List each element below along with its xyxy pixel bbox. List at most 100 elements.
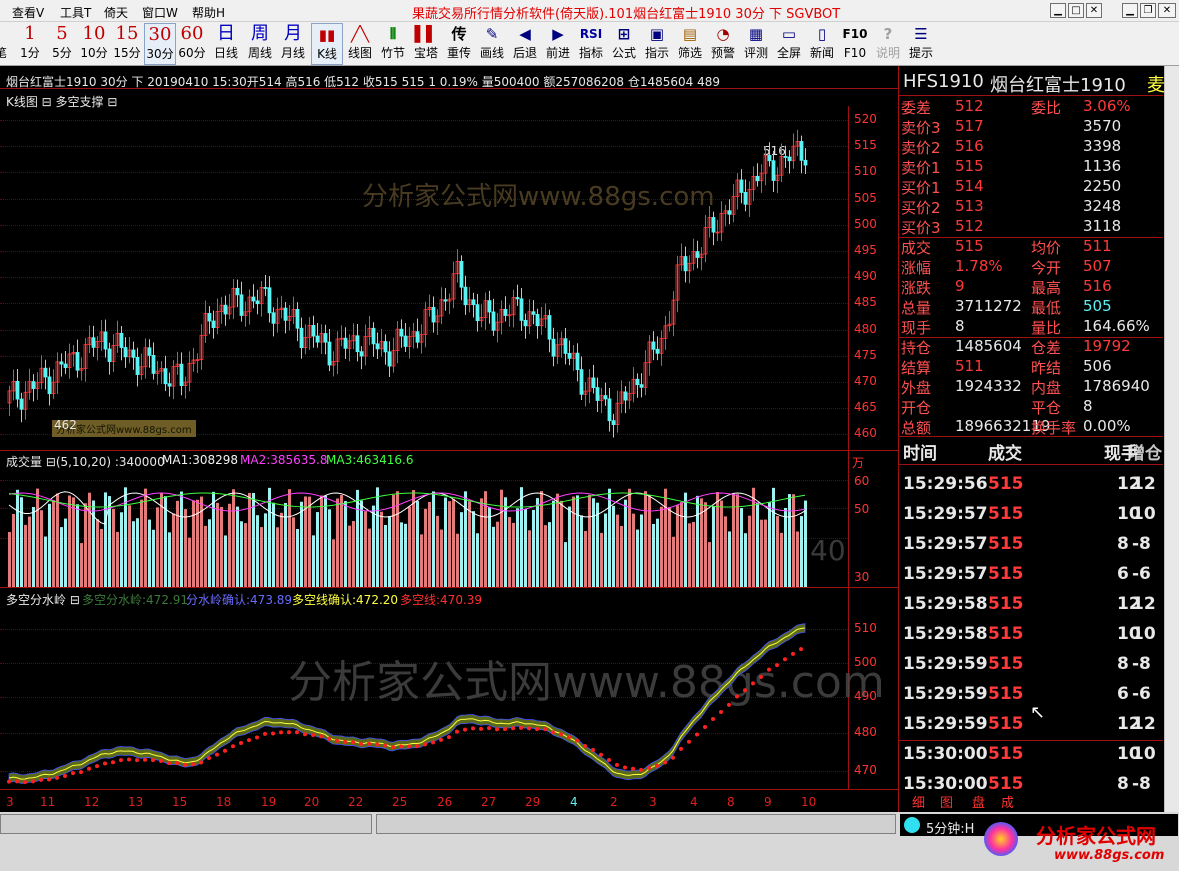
tool-button-16[interactable]: F10 F10 bbox=[839, 23, 871, 65]
tool-button-0[interactable]: ▮▮ K线 bbox=[311, 23, 343, 65]
volume-bar bbox=[728, 531, 731, 587]
tool-button-5[interactable]: ✎ 画线 bbox=[476, 23, 508, 65]
tick-price: 515 bbox=[988, 654, 1024, 674]
period-button-6[interactable]: 日日线 bbox=[210, 23, 242, 65]
toolbar-cut-button[interactable]: 笔 bbox=[0, 23, 8, 65]
signal-icon: ▣ bbox=[649, 25, 665, 43]
tool-button-6[interactable]: ◀ 后退 bbox=[509, 23, 541, 65]
tool-label: 前进 bbox=[545, 46, 570, 60]
tab-trades[interactable]: 成 bbox=[1001, 792, 1014, 811]
tool-button-17[interactable]: ? 说明 bbox=[872, 23, 904, 65]
vertical-scrollbar[interactable] bbox=[1164, 66, 1179, 812]
menu-yitian[interactable]: 倚天 bbox=[104, 4, 128, 21]
tab-book[interactable]: 盘 bbox=[972, 792, 985, 811]
period-button-7[interactable]: 周周线 bbox=[244, 23, 276, 65]
indicator-dot bbox=[567, 735, 571, 740]
tool-button-7[interactable]: ▶ 前进 bbox=[542, 23, 574, 65]
indicator-dot bbox=[359, 742, 363, 747]
period-button-2[interactable]: 10 10分 bbox=[78, 23, 110, 65]
tick-row[interactable]: 15:29:57 515 8 -8 bbox=[903, 534, 1161, 564]
volume-bar bbox=[236, 506, 239, 587]
indicator-dot bbox=[319, 734, 323, 739]
tool-label: F10 bbox=[843, 46, 867, 60]
tool-button-10[interactable]: ▣ 指示 bbox=[641, 23, 673, 65]
indicator-dot bbox=[639, 767, 643, 772]
period-button-0[interactable]: 1 1分 bbox=[14, 23, 46, 65]
period-button-5[interactable]: 60 60分 bbox=[176, 23, 208, 65]
volume-bar bbox=[608, 488, 611, 587]
candle-body bbox=[403, 335, 408, 347]
quote-value: 517 bbox=[955, 117, 984, 135]
tick-row[interactable]: 15:29:58 515 10 10 bbox=[903, 624, 1161, 654]
tool-button-3[interactable]: ▌▌ 宝塔 bbox=[410, 23, 442, 65]
volume-bar bbox=[112, 508, 115, 587]
x-axis-label: 20 bbox=[304, 795, 320, 809]
quote-label: 卖价1 bbox=[901, 159, 941, 177]
candle-body bbox=[315, 335, 320, 343]
period-button-3[interactable]: 15 15分 bbox=[111, 23, 143, 65]
tab-detail[interactable]: 细 bbox=[912, 792, 925, 811]
volume-bar bbox=[188, 537, 191, 587]
candlestick-chart[interactable] bbox=[0, 66, 898, 450]
tick-row[interactable]: 15:29:57 515 10 10 bbox=[903, 504, 1161, 534]
tick-row[interactable]: 15:29:58 515 12 12 bbox=[903, 594, 1161, 624]
volume-bar bbox=[552, 500, 555, 587]
candle-body bbox=[459, 260, 464, 288]
tick-row[interactable]: 15:30:00 515 10 10 bbox=[903, 744, 1161, 774]
volume-bar bbox=[748, 515, 751, 587]
period-button-1[interactable]: 5 5分 bbox=[46, 23, 78, 65]
candle-body bbox=[355, 335, 360, 353]
minimize-icon[interactable]: ▁ bbox=[1122, 3, 1138, 18]
volume-bar bbox=[628, 488, 631, 587]
volume-bar bbox=[312, 535, 315, 587]
restore-icon[interactable]: ❐ bbox=[1140, 3, 1156, 18]
indicator-chart[interactable] bbox=[0, 587, 898, 789]
tool-button-15[interactable]: ▯ 新闻 bbox=[806, 23, 838, 65]
volume-bar bbox=[248, 492, 251, 587]
tool-button-12[interactable]: ◔ 预警 bbox=[707, 23, 739, 65]
tool-button-18[interactable]: ☰ 提示 bbox=[905, 23, 937, 65]
tick-row[interactable]: 15:29:59 515 8 -8 bbox=[903, 654, 1161, 684]
volume-chart[interactable] bbox=[0, 450, 898, 587]
tick-header-time: 时间 bbox=[903, 444, 937, 464]
tab-chart[interactable]: 图 bbox=[940, 792, 953, 811]
period-button-4[interactable]: 30 30分 bbox=[144, 23, 176, 65]
tool-button-11[interactable]: ▤ 筛选 bbox=[674, 23, 706, 65]
tool-button-1[interactable]: ╱╲ 线图 bbox=[344, 23, 376, 65]
tool-button-8[interactable]: RSI 指标 bbox=[575, 23, 607, 65]
menu-window[interactable]: 窗口W bbox=[142, 4, 178, 21]
tool-button-9[interactable]: ⊞ 公式 bbox=[608, 23, 640, 65]
tool-button-13[interactable]: ▦ 评测 bbox=[740, 23, 772, 65]
volume-bar bbox=[576, 495, 579, 587]
volume-bar bbox=[584, 530, 587, 587]
menu-tools[interactable]: 工具T bbox=[60, 4, 91, 21]
volume-bar bbox=[492, 526, 495, 587]
volume-bar bbox=[288, 489, 291, 587]
menu-view[interactable]: 查看V bbox=[12, 4, 44, 21]
candle-body bbox=[123, 347, 128, 358]
indicator-dot bbox=[151, 758, 155, 763]
candle-body bbox=[591, 377, 596, 388]
close-icon[interactable]: ✕ bbox=[1158, 3, 1176, 18]
volume-bar bbox=[792, 494, 795, 587]
tool-button-4[interactable]: 传重传 bbox=[443, 23, 475, 65]
volume-bar bbox=[400, 522, 403, 587]
toolbar: 笔 1 1分 5 5分 10 10分 15 15分 30 30分 60 60分日日线周周线月月线 ▮▮… bbox=[0, 22, 1179, 66]
volume-bar bbox=[580, 515, 583, 587]
tool-button-14[interactable]: ▭ 全屏 bbox=[773, 23, 805, 65]
period-button-8[interactable]: 月月线 bbox=[277, 23, 309, 65]
tool-button-2[interactable]: ⫴ 竹节 bbox=[377, 23, 409, 65]
minimize-icon[interactable]: ▁ bbox=[1050, 3, 1066, 18]
menu-help[interactable]: 帮助H bbox=[192, 4, 225, 21]
tool-label: 竹节 bbox=[380, 46, 405, 60]
tick-time: 15:29:57 bbox=[903, 534, 988, 554]
period-number: 30 bbox=[148, 24, 172, 45]
tick-row[interactable]: 15:29:56 515 12 12 bbox=[903, 474, 1161, 504]
quote-value: 3570 bbox=[1083, 117, 1122, 135]
tick-row[interactable]: 15:29:57 515 6 -6 bbox=[903, 564, 1161, 594]
indicator-dot bbox=[759, 674, 763, 679]
restore-icon[interactable]: □ bbox=[1068, 3, 1084, 18]
candle-body bbox=[727, 210, 732, 215]
close-icon[interactable]: ✕ bbox=[1086, 3, 1102, 18]
volume-bar bbox=[404, 523, 407, 587]
